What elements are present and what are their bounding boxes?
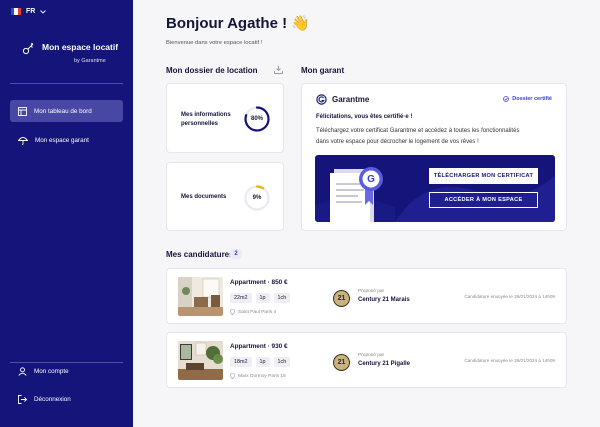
agency-name: Century 21 Marais — [358, 297, 410, 303]
certificate-illustration — [315, 167, 555, 222]
dossier-card-documents[interactable]: Mes documents 9% — [166, 162, 284, 231]
persons-tag: 1p — [255, 357, 270, 367]
location: Saint Paul Paris 4 — [230, 309, 276, 315]
area-tag: 22m2 — [230, 293, 252, 303]
page-title: Bonjour Agathe ! 👋 — [166, 15, 310, 32]
progress-gauge: 80% — [243, 105, 271, 138]
dossier-item-label: Mes documents — [181, 194, 227, 200]
download-icon[interactable] — [274, 65, 283, 74]
application-sent-date: Candidature envoyée le 26/01/2024 à 14h0… — [464, 358, 555, 363]
garant-brand: Garantme — [332, 95, 370, 104]
sidebar-item-label: Mon compte — [34, 367, 69, 375]
persons-tag: 1p — [255, 293, 270, 303]
agency-logo: 21 — [333, 354, 350, 371]
description-line: Téléchargez votre certificat Garantme et… — [316, 128, 520, 134]
application-sent-date: Candidature envoyée le 26/01/2024 à 14h0… — [464, 294, 555, 299]
dossier-item-label: Mes informations personnelles — [181, 111, 231, 129]
apartment-photo — [178, 277, 223, 316]
sidebar-item-account[interactable]: Mon compte — [10, 360, 123, 382]
proposed-by-label: Proposé par — [358, 353, 385, 358]
progress-value: 80% — [250, 116, 263, 122]
brand-subtitle: by Garantme — [74, 58, 106, 64]
check-circle-icon — [503, 96, 510, 102]
progress-value: 9% — [252, 195, 262, 201]
garant-card: Garantme Dossier certifié Félicitations,… — [301, 83, 567, 231]
brand-title: Mon espace locatif — [42, 42, 119, 52]
apartment-photo — [178, 341, 223, 380]
garant-section-title: Mon garant — [301, 66, 345, 75]
progress-gauge: 9% — [243, 184, 271, 217]
location-pin-icon — [230, 373, 235, 379]
area-tag: 18m2 — [230, 357, 252, 367]
dossier-item-label-line: Mes informations — [181, 112, 231, 118]
location-pin-icon — [230, 309, 235, 315]
description-line: dans votre espace pour décrocher le loge… — [316, 139, 479, 145]
candidatures-section-title: Mes candidatures — [166, 250, 234, 259]
sidebar-item-logout[interactable]: Déconnexion — [10, 388, 123, 410]
france-flag-icon — [11, 8, 21, 15]
location-text: Saint Paul Paris 4 — [238, 309, 277, 315]
dashboard-icon — [18, 106, 27, 116]
sidebar-item-label: Déconnexion — [34, 395, 71, 403]
rooms-tag: 1ch — [273, 293, 291, 303]
brand: Mon espace locatif by Garantme — [22, 42, 119, 64]
rooms-tag: 1ch — [273, 357, 291, 367]
chevron-down-icon — [40, 9, 47, 14]
agency-logo: 21 — [333, 290, 350, 307]
dossier-section-title: Mon dossier de location — [166, 66, 258, 75]
certificate-banner: G TÉLÉCHARGER MON CERTIFICAT ACCÉDER À M… — [315, 155, 555, 222]
candidatures-count-badge: 2 — [230, 249, 242, 259]
divider — [10, 83, 123, 84]
garant-description: Téléchargez votre certificat Garantme et… — [316, 126, 546, 148]
garantme-logo-icon — [316, 94, 327, 105]
dossier-item-label-line: personnelles — [181, 121, 219, 127]
agency-name: Century 21 Pigalle — [358, 361, 411, 367]
location-text: Marx Dormoy Paris 18 — [238, 373, 286, 379]
user-icon — [18, 366, 27, 376]
proposed-by-label: Proposé par — [358, 289, 385, 294]
application-title: Appartment · 850 € — [230, 279, 288, 286]
download-certificate-button[interactable]: TÉLÉCHARGER MON CERTIFICAT — [429, 168, 538, 184]
sidebar-item-label: Mon tableau de bord — [34, 107, 92, 115]
access-space-button[interactable]: ACCÉDER À MON ESPACE — [429, 192, 538, 208]
main-content: Bonjour Agathe ! 👋 Bienvenue dans votre … — [133, 0, 600, 427]
application-card[interactable]: Appartment · 930 € 18m2 1p 1ch Marx Dorm… — [166, 332, 567, 388]
status-badge: Dossier certifié — [503, 96, 552, 102]
sidebar: FR Mon espace locatif by Garantme Mon ta… — [0, 0, 133, 427]
page-subtitle: Bienvenue dans votre espace locatif ! — [166, 40, 263, 46]
certificate-seal-letter: G — [367, 173, 375, 185]
language-code: FR — [26, 8, 36, 15]
application-card[interactable]: Appartment · 850 € 22m2 1p 1ch Saint Pau… — [166, 268, 567, 324]
language-selector[interactable]: FR — [11, 8, 47, 15]
dossier-card-personal-info[interactable]: Mes informations personnelles 80% — [166, 83, 284, 153]
congrats-text: Félicitations, vous êtes certifié·e ! — [316, 114, 413, 120]
apartment-tags: 18m2 1p 1ch — [230, 357, 291, 367]
magic-key-icon — [22, 43, 34, 55]
apartment-tags: 22m2 1p 1ch — [230, 293, 291, 303]
sidebar-item-guarantor[interactable]: Mon espace garant — [10, 129, 123, 151]
logout-icon — [18, 394, 27, 404]
location: Marx Dormoy Paris 18 — [230, 373, 286, 379]
sidebar-item-label: Mon espace garant — [35, 136, 89, 144]
application-title: Appartment · 930 € — [230, 343, 288, 350]
sidebar-item-dashboard[interactable]: Mon tableau de bord — [10, 100, 123, 122]
umbrella-icon — [18, 136, 28, 145]
status-badge-label: Dossier certifié — [512, 96, 552, 102]
